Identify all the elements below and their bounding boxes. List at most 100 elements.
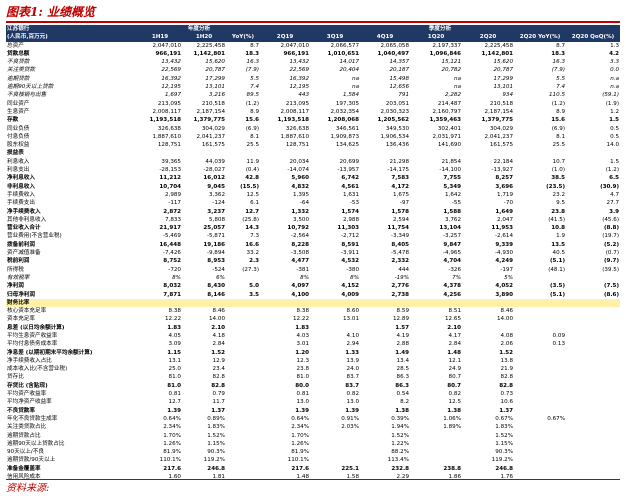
table-cell: [226, 415, 260, 423]
table-cell: 7,871: [163, 291, 181, 298]
table-cell: 13.4: [396, 357, 410, 364]
table-cell: -9,894: [206, 250, 225, 257]
table-cell: [226, 432, 260, 440]
table-cell: 3,362: [208, 191, 225, 198]
table-row: 营业费用(不含营业税) -5,469 -5,871 7.3 -2,564 -2,712 -3…: [6, 232, 620, 240]
table-cell: 0.67%: [495, 415, 514, 422]
table-cell: 15,620: [493, 59, 514, 66]
table-cell: [226, 307, 260, 315]
table-cell: 10.8: [551, 225, 566, 232]
table-cell: na: [352, 84, 360, 91]
table-cell: 0.54: [396, 391, 410, 398]
table-cell: 3.9: [609, 208, 620, 215]
table-row: 核心资本充足率 8.38 8.46 8.38 8.60 8.59 8.51 8.46: [6, 307, 620, 315]
table-cell: 210,518: [489, 100, 514, 107]
row-label: 利息收入: [7, 158, 30, 165]
row-label: 有效税率: [7, 274, 30, 281]
table-cell: (5.1): [549, 291, 566, 298]
table-cell: 4.7: [610, 191, 620, 198]
table-cell: 2,225,458: [196, 42, 225, 49]
row-label: 净利润: [7, 283, 24, 290]
table-cell: [226, 274, 260, 282]
table-cell: 8%: [350, 274, 360, 281]
table-cell: 23.2: [552, 191, 566, 198]
table-cell: 24.0: [346, 366, 360, 373]
table-cell: [462, 324, 514, 332]
table-cell: -13,957: [337, 167, 360, 174]
table-cell: (7.9): [551, 67, 566, 74]
table-cell: -55: [451, 200, 462, 207]
table-cell: 0.09: [552, 332, 566, 339]
row-label: 非利息收入: [7, 183, 35, 190]
table-cell: [514, 149, 566, 157]
table-cell: 246.8: [495, 465, 514, 472]
table-cell: 86.3: [395, 382, 410, 389]
table-row: 所得税 -720 -524 (27.3) -381 -380 444 -326 -197 (48.…: [6, 266, 620, 274]
table-cell: 3.01: [296, 341, 310, 348]
table-row: 财务比率: [6, 298, 621, 308]
row-label: 损益表: [7, 150, 24, 157]
table-cell: [514, 456, 566, 464]
table-cell: -14,100: [439, 167, 462, 174]
table-cell: 5.0: [249, 283, 260, 290]
table-cell: 39,365: [161, 158, 181, 165]
table-cell: 22,569: [289, 67, 310, 74]
table-cell: 13.5: [551, 241, 566, 248]
table-row: 逾期贷款占比 1.70% 1.52% 1.70% 1.52% 1.52%: [6, 432, 620, 440]
table-cell: 934: [502, 92, 514, 99]
table-row: 平均资产收益率 0.81 0.79 0.81 0.82 0.54 0.82 0.73: [6, 390, 620, 398]
table-cell: 2,047,010: [280, 42, 310, 49]
table-row: 关注类贷款 22,569 20,787 (7.9) 22,569 20,404 20,187…: [6, 66, 620, 74]
row-label: 财务比率: [6, 298, 138, 308]
table-row: 营业收入合计 21,917 25,057 14.3 10,792 11,303 11,754…: [6, 224, 620, 232]
table-cell: 86.3: [396, 374, 410, 381]
table-cell: 4,477: [291, 258, 310, 265]
table-cell: 14.00: [497, 316, 514, 323]
table-cell: [514, 382, 566, 390]
table-cell: 15,620: [205, 59, 225, 66]
table-row: 净利润 8,032 8,430 5.0 4,097 4,152 2,776 4,378 4,05…: [6, 282, 620, 290]
table-cell: [226, 324, 260, 332]
table-cell: 81.9%: [163, 449, 181, 456]
row-label: 平均生息资产收益率: [7, 332, 58, 339]
table-cell: 4,532: [341, 258, 360, 265]
table-cell: na: [454, 84, 462, 91]
table-cell: 2,282: [445, 92, 462, 99]
table-cell: 1,142,801: [193, 50, 226, 57]
row-label: 手续费收入: [7, 191, 35, 198]
row-label: 逾期贷款占比: [7, 432, 41, 439]
table-row: 净利息收入 11,212 16,012 42.8 5,960 6,742 7,583 7,75…: [6, 174, 620, 182]
table-cell: 1.52%: [495, 432, 514, 439]
table-cell: 302,401: [437, 125, 462, 132]
table-cell: [226, 298, 261, 308]
table-cell: 1.15%: [495, 440, 514, 447]
header-col-2q20: 2Q20: [462, 33, 515, 42]
table-cell: [310, 324, 360, 332]
header-col-1q20: 1Q20: [410, 33, 463, 42]
table-cell: 83.7: [346, 374, 360, 381]
table-row: 净手续费收入占比 13.1 12.9 12.3 13.9 13.4 12.1 13.8: [6, 357, 620, 365]
table-cell: 82.8: [500, 374, 514, 381]
table-cell: 2,594: [393, 216, 410, 223]
row-label: 归母净利润: [7, 291, 35, 298]
table-cell: 791: [398, 92, 410, 99]
table-cell: 2,031,971: [432, 133, 462, 140]
table-cell: [514, 440, 566, 448]
table-row: 净手续费收入 2,872 3,237 12.7 1,332 1,574 1,578 1,588…: [6, 208, 620, 216]
table-cell: [226, 357, 260, 365]
table-cell: 1.39: [345, 407, 360, 414]
table-cell: 2,008,117: [152, 108, 181, 115]
table-cell: (6.9): [551, 125, 566, 132]
table-cell: 8.1: [556, 133, 566, 140]
row-label: 逾期90天以上贷款: [7, 84, 54, 91]
table-row: 净息差 (以期初期末平均余额计算) 1.15 1.52 1.20 1.33 1.49 1.4…: [6, 349, 620, 357]
table-cell: (6.9): [245, 125, 260, 132]
table-cell: 11,754: [387, 225, 410, 232]
table-cell: 14.0: [606, 142, 620, 149]
row-label: 信用风险成本: [7, 474, 41, 481]
row-label: 净手续费收入占比: [7, 357, 52, 364]
table-cell: 2,047,010: [152, 42, 181, 49]
table-cell: -4,965: [442, 250, 462, 257]
table-cell: (0.4): [245, 167, 260, 174]
table-cell: [182, 298, 226, 308]
